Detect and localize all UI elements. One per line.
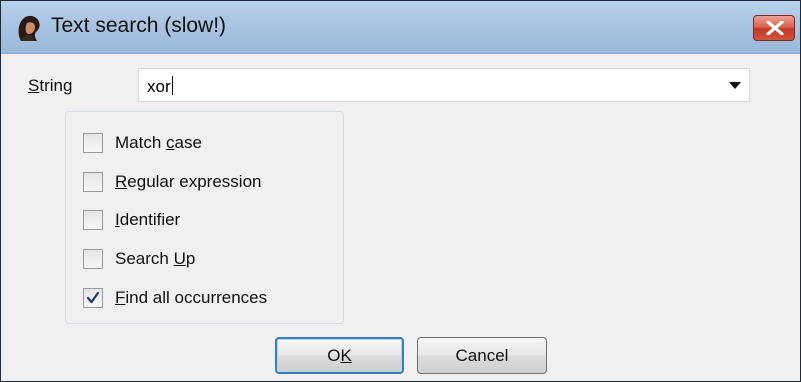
checkbox-box[interactable] — [83, 288, 103, 308]
ida-pro-icon — [13, 13, 43, 43]
search-string-input[interactable]: xor — [147, 76, 173, 97]
checkbox-box[interactable] — [83, 133, 103, 153]
checkbox-box[interactable] — [83, 172, 103, 192]
identifier-label: Identifier — [115, 210, 181, 229]
chevron-down-icon[interactable] — [729, 82, 741, 89]
find-all-occurrences-label: Find all occurrences — [115, 288, 268, 307]
match-case-label: Match case — [115, 133, 202, 152]
close-icon — [766, 21, 784, 35]
checkbox-box[interactable] — [83, 249, 103, 269]
checkbox-box[interactable] — [83, 210, 103, 230]
title-bar[interactable]: Text search (slow!) — [1, 1, 800, 54]
search-up-label: Search Up — [115, 249, 196, 268]
checkmark-icon — [86, 291, 100, 304]
window-title: Text search (slow!) — [51, 14, 227, 37]
close-button[interactable] — [753, 15, 795, 41]
options-group: Match case Regular expression Identifier… — [65, 111, 344, 324]
text-search-dialog: Text search (slow!) String xor Match cas… — [0, 0, 801, 382]
search-string-combobox[interactable]: xor — [138, 68, 750, 102]
ok-button[interactable]: OK — [275, 337, 404, 374]
cancel-button[interactable]: Cancel — [417, 337, 547, 374]
text-caret — [171, 76, 173, 95]
regular-expression-label: Regular expression — [115, 172, 262, 191]
string-label: String — [28, 76, 73, 95]
